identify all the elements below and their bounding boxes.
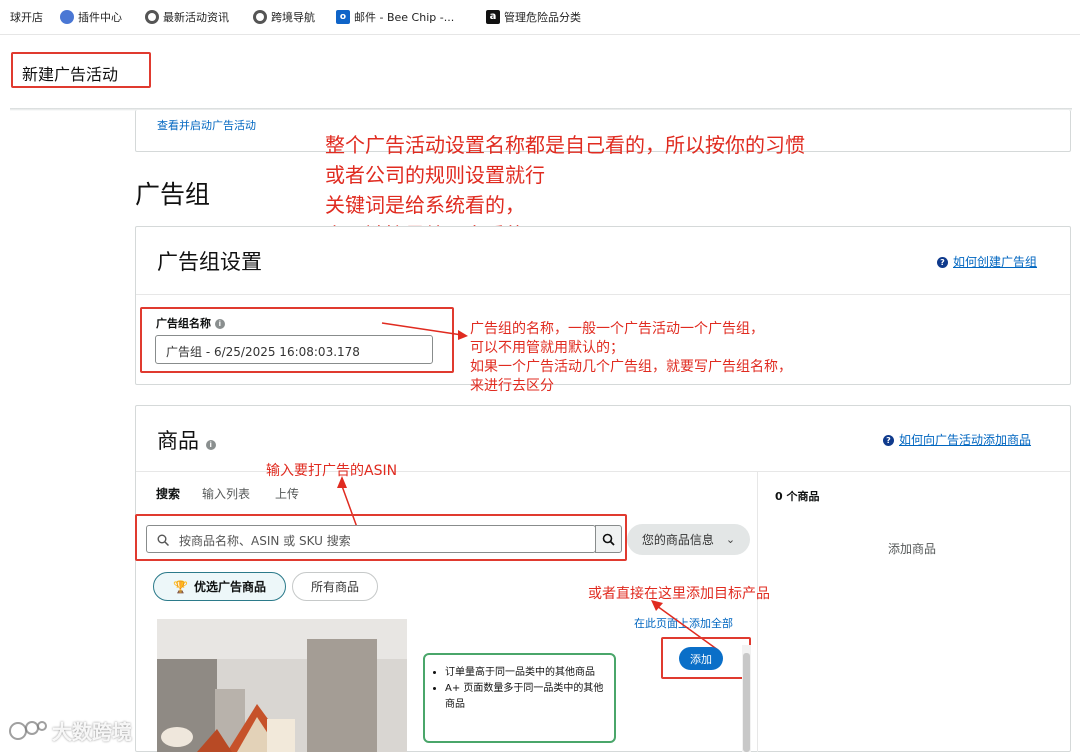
annotation-line: 关键词是给系统看的， [325, 193, 525, 217]
bookmarks-bar: 球开店 插件中心 最新活动资讯 跨境导航 o 邮件 - Bee Chip -..… [0, 0, 1080, 35]
panel-divider [757, 472, 758, 752]
annotation-line: 来进行去区分 [470, 378, 554, 394]
globe-icon [253, 10, 267, 24]
benefit-item: 订单量高于同一品类中的其他商品 [445, 665, 604, 681]
watermark-logo-icon [9, 720, 47, 740]
scrollbar[interactable] [742, 645, 751, 752]
tab-upload[interactable]: 上传 [275, 485, 299, 502]
bookmark-item[interactable]: 插件中心 [60, 9, 122, 25]
products-title: 商品 i [157, 425, 216, 455]
watermark: 大数跨境 [8, 716, 132, 745]
bookmark-item[interactable]: o 邮件 - Bee Chip -... [336, 9, 454, 25]
trophy-icon: 🏆 [173, 579, 188, 594]
bookmark-item[interactable]: a 管理危险品分类 [486, 9, 581, 25]
product-count: 0 个商品 [775, 490, 820, 503]
add-products-empty-label: 添加商品 [888, 542, 937, 556]
your-product-info-dropdown[interactable]: 您的商品信息 ⌄ [627, 524, 750, 555]
page-title: 新建广告活动 [22, 65, 119, 84]
plugin-icon [60, 10, 74, 24]
bookmark-item[interactable]: 球开店 [10, 9, 43, 25]
annotation-line: 广告组的名称，一般一个广告活动一个广告组， [470, 321, 764, 337]
globe-icon [145, 10, 159, 24]
info-icon: i [214, 319, 225, 329]
scrollbar-thumb[interactable] [743, 653, 750, 752]
add-product-button[interactable]: 添加 [679, 647, 723, 670]
search-input[interactable]: 按商品名称、ASIN 或 SKU 搜索 [146, 525, 596, 553]
amazon-icon: a [486, 10, 500, 24]
view-campaign-link[interactable]: 查看并启动广告活动 [157, 117, 256, 133]
search-submit-button[interactable] [595, 525, 622, 553]
tab-enter-list[interactable]: 输入列表 [202, 485, 250, 502]
info-icon: i [205, 440, 216, 450]
ad-group-settings-title: 广告组设置 [157, 250, 262, 274]
search-icon [602, 533, 615, 546]
annotation-line: 可以不用管就用默认的； [470, 340, 624, 356]
filter-featured-products[interactable]: 🏆 优选广告商品 [153, 572, 286, 601]
tab-search[interactable]: 搜索 [156, 485, 180, 502]
benefit-item: A+ 页面数量多于同一品类中的其他商品 [445, 681, 604, 713]
search-placeholder: 按商品名称、ASIN 或 SKU 搜索 [179, 534, 351, 548]
filter-all-products[interactable]: 所有商品 [292, 572, 378, 601]
chevron-down-icon: ⌄ [725, 533, 736, 546]
annotation-line: 如果一个广告活动几个广告组，就要写广告组名称， [470, 359, 792, 375]
card-divider [136, 294, 1070, 295]
product-benefits-box: 订单量高于同一品类中的其他商品 A+ 页面数量多于同一品类中的其他商品 [423, 653, 616, 743]
bookmark-item[interactable]: 跨境导航 [253, 9, 315, 25]
product-image[interactable] [157, 619, 407, 752]
search-icon [157, 534, 169, 546]
bookmark-item[interactable]: 最新活动资讯 [145, 9, 229, 25]
how-to-create-ad-group-link[interactable]: ? 如何创建广告组 [937, 253, 1037, 270]
help-icon: ? [883, 435, 894, 446]
page-header [0, 35, 1080, 109]
annotation-line: 整个广告活动设置名称都是自己看的，所以按你的习惯 [325, 133, 805, 157]
outlook-icon: o [336, 10, 350, 24]
ad-group-name-label: 广告组名称 i [156, 315, 225, 331]
annotation-group-name: 广告组的名称，一般一个广告活动一个广告组， 可以不用管就用默认的； 如果一个广告… [470, 320, 792, 396]
help-icon: ? [937, 257, 948, 268]
ad-group-section-title: 广告组 [135, 180, 211, 209]
product-photo [157, 619, 407, 752]
annotation-arrow [381, 322, 468, 340]
how-to-add-products-link[interactable]: ? 如何向广告活动添加商品 [883, 431, 1031, 448]
annotation-line: 或者公司的规则设置就行 [325, 163, 545, 187]
